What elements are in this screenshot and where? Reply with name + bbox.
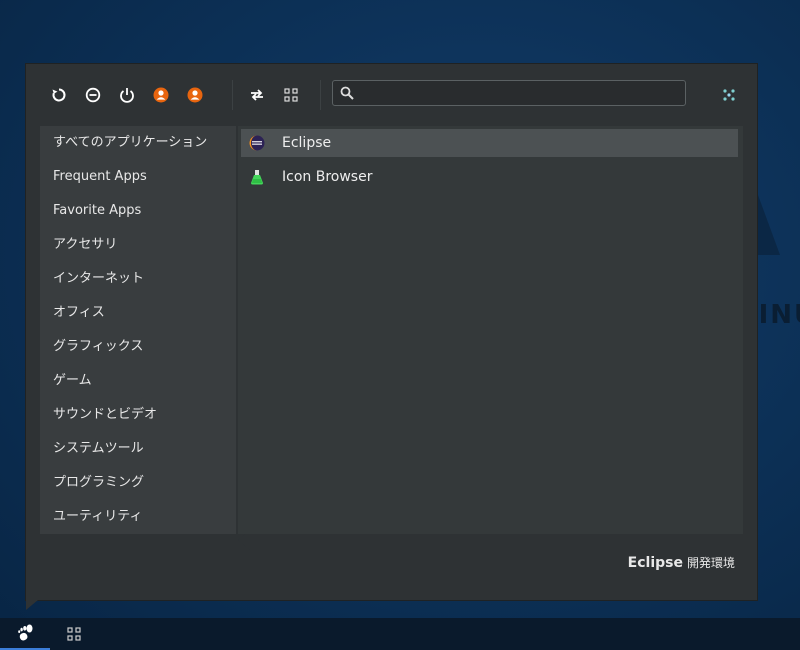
category-item-utilities[interactable]: ユーティリティ (40, 500, 236, 534)
search-input[interactable] (359, 83, 683, 105)
lock-icon[interactable] (82, 84, 104, 106)
grid-view-icon[interactable] (64, 626, 84, 642)
app-label: Icon Browser (282, 169, 373, 185)
category-sidebar: すべてのアプリケーション Frequent Apps Favorite Apps… (40, 126, 250, 550)
application-menu: すべてのアプリケーション Frequent Apps Favorite Apps… (25, 63, 758, 601)
app-label: Eclipse (282, 135, 332, 151)
category-item-all[interactable]: すべてのアプリケーション (40, 126, 236, 160)
user-switch-icon[interactable] (184, 84, 206, 106)
app-item-icon-browser[interactable]: Icon Browser (241, 163, 738, 191)
category-item-graphics[interactable]: グラフィックス (40, 330, 236, 364)
app-description: Eclipse 開発環境 (628, 552, 735, 571)
search-box[interactable] (332, 80, 686, 106)
taskbar (0, 618, 800, 650)
application-list: Eclipse Icon Browser (238, 126, 743, 534)
menu-toolbar (26, 64, 757, 124)
swap-view-icon[interactable] (246, 84, 268, 106)
category-item-games[interactable]: ゲーム (40, 364, 236, 398)
description-text: 開発環境 (686, 556, 735, 570)
app-item-eclipse[interactable]: Eclipse (241, 129, 738, 157)
menu-pointer (26, 600, 38, 610)
category-item-favorite[interactable]: Favorite Apps (40, 194, 236, 228)
gnome-foot-icon[interactable] (0, 618, 50, 650)
toolbar-separator (320, 80, 321, 110)
category-item-office[interactable]: オフィス (40, 296, 236, 330)
user-icon[interactable] (150, 84, 172, 106)
description-app-name: Eclipse (627, 555, 683, 571)
refresh-icon[interactable] (48, 84, 70, 106)
category-item-accessories[interactable]: アクセサリ (40, 228, 236, 262)
search-icon (340, 86, 354, 100)
category-item-programming[interactable]: プログラミング (40, 466, 236, 500)
icon-browser-icon (251, 170, 263, 185)
category-item-internet[interactable]: インターネット (40, 262, 236, 296)
category-item-system-tools[interactable]: システムツール (40, 432, 236, 466)
power-icon[interactable] (116, 84, 138, 106)
eclipse-icon (249, 135, 265, 151)
toolbar-separator (232, 80, 233, 110)
grid-view-icon[interactable] (280, 84, 302, 106)
category-item-sound-video[interactable]: サウンドとビデオ (40, 398, 236, 432)
settings-icon[interactable] (718, 84, 740, 106)
category-item-frequent[interactable]: Frequent Apps (40, 160, 236, 194)
